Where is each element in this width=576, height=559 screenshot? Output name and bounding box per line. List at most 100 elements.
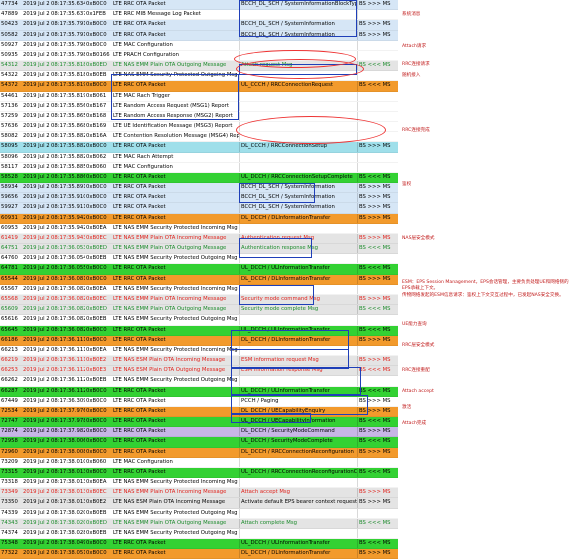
log-row[interactable]: 59927 2019 Jul 26 08:17:35.911 0xB0C0 LTE RR…: [0, 203, 398, 214]
log-cell-code: 0xB0C0: [86, 214, 107, 221]
log-row[interactable]: 65616 2019 Jul 26 08:17:36.082 0xB0EB LTE NA…: [0, 315, 398, 326]
log-cell-name: LTE RRC OTA Packet: [113, 397, 166, 404]
ellipse-rrc-request: [236, 59, 364, 79]
annotation-sysinfo: 系统消息: [402, 12, 421, 17]
log-cell-info: [239, 315, 357, 325]
log-row[interactable]: 73349 2019 Jul 26 08:17:38.013 0xB0EC LTE NA…: [0, 488, 398, 499]
log-cell-dir: BS >>> MS: [357, 142, 398, 152]
log-row[interactable]: 65609 2019 Jul 26 08:17:36.082 0xB0ED LTE NA…: [0, 305, 398, 316]
log-cell-name: LTE PRACH Configuration: [113, 51, 179, 58]
log-row[interactable]: 74343 2019 Jul 26 08:17:38.020 0xB0ED LTE NA…: [0, 518, 398, 529]
log-cell-time: 08:17:35.865: [51, 112, 85, 119]
log-cell-name: LTE NAS EMM Security Protected Incoming …: [113, 224, 238, 231]
log-cell-dir: BS <<< MS: [357, 264, 398, 274]
log-row[interactable]: 65568 2019 Jul 26 08:17:36.082 0xB0EC LTE NA…: [0, 294, 398, 306]
log-cell-code: 0xB167: [86, 102, 107, 109]
log-row[interactable]: 65567 2019 Jul 26 08:17:36.082 0xB0EA LTE NA…: [0, 284, 398, 295]
log-cell-name: LTE RRC OTA Packet: [113, 194, 166, 201]
log-cell-idx: 67449: [1, 397, 18, 404]
log-row[interactable]: 77322 2019 Jul 26 08:17:38.051 0xB0C0 LTE RR…: [0, 549, 398, 559]
log-row[interactable]: 64760 2019 Jul 26 08:17:36.054 0xB0EB LTE NA…: [0, 254, 398, 265]
log-row[interactable]: 58934 2019 Jul 26 08:17:35.891 0xB0C0 LTE RR…: [0, 183, 398, 194]
log-row[interactable]: 58095 2019 Jul 26 08:17:35.882 0xB0C0 LTE RR…: [0, 142, 398, 153]
log-cell-dir: BS <<< MS: [357, 244, 398, 254]
log-cell-name: LTE RRC OTA Packet: [113, 438, 166, 445]
log-row[interactable]: 72874 2019 Jul 26 08:17:37.982 0xB0C0 LTE RR…: [0, 427, 398, 438]
log-cell-dir: BS <<< MS: [357, 305, 398, 315]
log-cell-idx: 57636: [1, 123, 18, 130]
log-cell-idx: 74339: [1, 509, 18, 516]
log-cell-name: LTE RRC OTA Packet: [113, 31, 166, 38]
log-cell-idx: 65609: [1, 306, 18, 313]
log-cell-idx: 50927: [1, 41, 18, 48]
log-cell-name: LTE NAS EMM Security Protected Outgoing …: [113, 377, 238, 384]
log-cell-idx: 60953: [1, 224, 18, 231]
log-cell-idx: 74343: [1, 519, 18, 526]
log-cell-idx: 66262: [1, 377, 18, 384]
log-cell-code: 0xB0EA: [86, 346, 107, 353]
highlight-box-rrc-reconfig: [231, 367, 361, 395]
log-cell-date: 2019 Jul 26: [23, 377, 50, 384]
log-cell-dir: BS >>> MS: [357, 498, 398, 508]
log-row[interactable]: 58096 2019 Jul 26 08:17:35.882 0xB062 LTE MA…: [0, 152, 398, 163]
log-cell-dir: BS <<< MS: [357, 81, 398, 91]
log-cell-date: 2019 Jul 26: [23, 468, 50, 475]
log-cell-idx: 57259: [1, 112, 18, 119]
log-row[interactable]: 72958 2019 Jul 26 08:17:38.006 0xB0C0 LTE RR…: [0, 437, 398, 448]
log-row[interactable]: 64751 2019 Jul 26 08:17:36.053 0xB0ED LTE NA…: [0, 244, 398, 255]
log-cell-info: [239, 40, 357, 50]
log-cell-date: 2019 Jul 26: [23, 62, 50, 69]
log-row[interactable]: 73318 2019 Jul 26 08:17:38.013 0xB0EA LTE NA…: [0, 478, 398, 489]
log-cell-info: [239, 223, 357, 233]
log-cell-idx: 73209: [1, 458, 18, 465]
log-cell-name: LTE MAC Rach Attempt: [113, 153, 174, 160]
log-cell-info: UL_DCCH / RRCConnectionReconfigurationCo…: [239, 467, 357, 478]
log-cell-info: Security mode complete Msg: [239, 305, 357, 315]
log-cell-idx: 65567: [1, 285, 18, 292]
log-row[interactable]: 73209 2019 Jul 26 08:17:38.010 0xB060 LTE MA…: [0, 457, 398, 468]
log-cell-info: [239, 152, 357, 162]
log-cell-idx: 73350: [1, 499, 18, 506]
log-row[interactable]: 61419 2019 Jul 26 08:17:35.943 0xB0EC LTE NA…: [0, 233, 398, 245]
log-cell-time: 08:17:38.013: [51, 468, 85, 475]
log-cell-dir: BS <<< MS: [357, 172, 398, 183]
log-row[interactable]: 73350 2019 Jul 26 08:17:38.013 0xB0E2 LTE NA…: [0, 498, 398, 509]
log-cell-info: DL_DCCH / DLInformationTransfer: [239, 274, 357, 284]
log-cell-time: 08:17:38.049: [51, 540, 85, 547]
log-row[interactable]: 72747 2019 Jul 26 08:17:37.978 0xB0C0 LTE RR…: [0, 417, 398, 428]
log-row[interactable]: 60953 2019 Jul 26 08:17:35.942 0xB0EA LTE NA…: [0, 223, 398, 234]
log-row[interactable]: 64781 2019 Jul 26 08:17:36.055 0xB0C0 LTE RR…: [0, 264, 398, 275]
log-cell-date: 2019 Jul 26: [23, 529, 50, 536]
log-cell-time: 08:17:35.943: [51, 234, 85, 241]
log-cell-name: LTE NAS EMM Security Protected Incoming …: [113, 346, 238, 353]
log-cell-time: 08:17:36.082: [51, 306, 85, 313]
log-cell-date: 2019 Jul 26: [23, 173, 50, 180]
log-cell-idx: 54461: [1, 92, 18, 99]
log-row[interactable]: 58528 2019 Jul 26 08:17:35.886 0xB0C0 LTE RR…: [0, 172, 398, 184]
log-row[interactable]: 65544 2019 Jul 26 08:17:36.081 0xB0C0 LTE RR…: [0, 274, 398, 285]
log-cell-date: 2019 Jul 26: [23, 92, 50, 99]
log-row[interactable]: 50927 2019 Jul 26 08:17:35.798 0xB0C0 LTE MA…: [0, 40, 398, 51]
log-cell-code: 0xB0EA: [86, 479, 107, 486]
log-row[interactable]: 58117 2019 Jul 26 08:17:35.885 0xB060 LTE MA…: [0, 162, 398, 173]
log-cell-code: 0xB0C0: [86, 82, 107, 89]
log-cell-date: 2019 Jul 26: [23, 407, 50, 414]
log-cell-idx: 66287: [1, 387, 18, 394]
log-row[interactable]: 73315 2019 Jul 26 08:17:38.013 0xB0C0 LTE RR…: [0, 467, 398, 479]
log-cell-time: 08:17:37.976: [51, 407, 85, 414]
log-row[interactable]: 59656 2019 Jul 26 08:17:35.910 0xB0C0 LTE RR…: [0, 193, 398, 204]
log-cell-time: 08:17:35.868: [51, 123, 85, 130]
log-cell-name: LTE RRC OTA Packet: [113, 214, 166, 221]
log-cell-name: LTE NAS EMM Plain OTA Outgoing Message: [113, 62, 227, 69]
annotation-random-access: 随机接入: [402, 73, 421, 78]
log-cell-idx: 47889: [1, 11, 18, 18]
log-cell-info: [239, 508, 357, 518]
log-row[interactable]: 74374 2019 Jul 26 08:17:38.028 0xB0EB LTE NA…: [0, 528, 398, 540]
log-cell-idx: 61419: [1, 234, 18, 241]
log-row[interactable]: 75348 2019 Jul 26 08:17:38.049 0xB0C0 LTE RR…: [0, 539, 398, 550]
log-row[interactable]: 74339 2019 Jul 26 08:17:38.020 0xB0EB LTE NA…: [0, 508, 398, 519]
log-cell-time: 08:17:35.798: [51, 41, 85, 48]
log-cell-idx: 58096: [1, 153, 18, 160]
log-cell-idx: 58082: [1, 133, 18, 140]
log-row[interactable]: 60931 2019 Jul 26 08:17:35.942 0xB0C0 LTE RR…: [0, 213, 398, 224]
